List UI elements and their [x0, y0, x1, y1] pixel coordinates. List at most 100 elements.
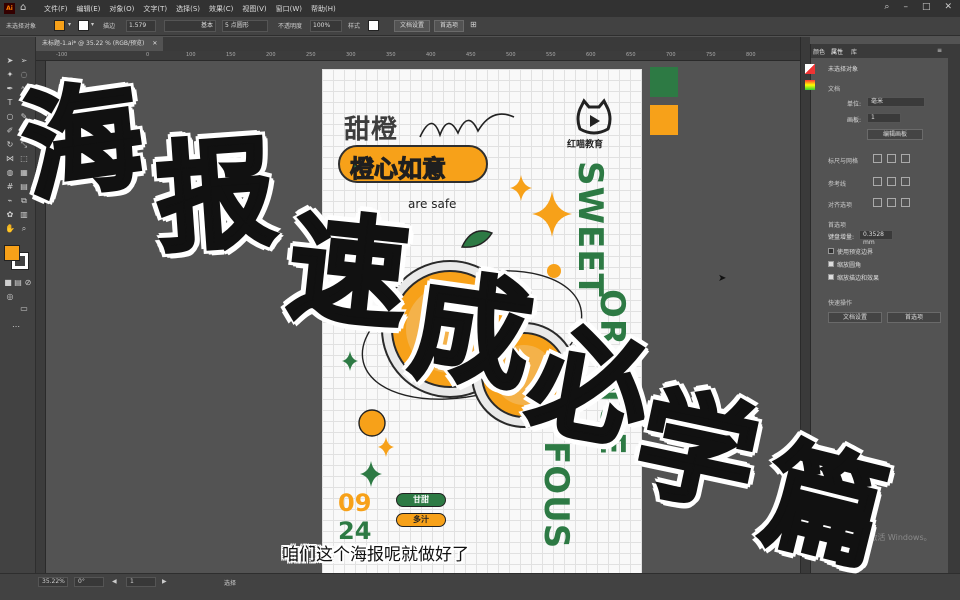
next-artboard-icon[interactable]: ▶ [162, 578, 167, 585]
fill-color-swatch[interactable] [54, 20, 65, 31]
rotate-tool-icon[interactable]: ↻ [4, 139, 16, 151]
search-icon[interactable]: ⌕ [884, 2, 889, 12]
symbol-sprayer-icon[interactable]: ✿ [4, 209, 16, 221]
eraser-icon[interactable]: ⌫ [18, 125, 30, 137]
zoom-select[interactable]: 35.22% [38, 577, 68, 587]
mesh-tool-icon[interactable]: # [4, 181, 16, 193]
tab-properties[interactable]: 属性 [831, 47, 843, 56]
tab-color[interactable]: 颜色 [813, 47, 825, 56]
cat-logo-icon [576, 98, 612, 135]
guides-icon[interactable] [873, 177, 882, 186]
menu-select[interactable]: 选择(S) [176, 4, 200, 14]
chevron-down-icon[interactable]: ▾ [91, 21, 94, 28]
none-mode-icon[interactable]: ⊘ [22, 277, 34, 289]
chevron-down-icon[interactable]: ▾ [68, 21, 71, 28]
menu-file[interactable]: 文件(F) [44, 4, 68, 14]
panel-scrollbar[interactable] [948, 44, 960, 573]
document-tab[interactable]: 未标题-1.ai* @ 35.22 % (RGB/预览) ✕ [36, 37, 164, 51]
rotation-select[interactable]: 0° [74, 577, 104, 587]
panel-menu-icon[interactable]: ≡ [937, 47, 942, 54]
width-tool-icon[interactable]: ⋈ [4, 153, 16, 165]
prev-artboard-icon[interactable]: ◀ [112, 578, 117, 585]
horizontal-ruler[interactable]: -100 0 100 150 200 250 300 350 400 450 5… [36, 51, 800, 61]
menu-window[interactable]: 窗口(W) [276, 4, 302, 14]
pen-tool-icon[interactable]: ✒ [4, 83, 16, 95]
arrange-icon[interactable]: ⊞ [470, 20, 477, 29]
screen-mode-icon[interactable]: ▭ [18, 303, 30, 315]
color-chip-green[interactable] [650, 67, 678, 97]
ellipse-tool-icon[interactable]: ○ [4, 111, 16, 123]
magic-wand-icon[interactable]: ✦ [4, 69, 16, 81]
close-tab-icon[interactable]: ✕ [152, 40, 157, 47]
menu-view[interactable]: 视图(V) [242, 4, 266, 14]
snap-pixel-icon[interactable] [901, 198, 910, 207]
draw-mode-icon[interactable]: ◎ [4, 291, 16, 303]
menu-effect[interactable]: 效果(C) [209, 4, 233, 14]
keyboard-increment-field[interactable]: 0.3528 mm [859, 230, 893, 246]
color-panel-icon[interactable] [805, 64, 815, 74]
edit-artboard-button[interactable]: 编辑画板 [867, 129, 923, 140]
variable-width-select[interactable]: 5 点圆形 [222, 20, 268, 32]
transparency-grid-icon[interactable] [901, 154, 910, 163]
shaper-tool-icon[interactable]: ✐ [4, 125, 16, 137]
scale-strokes-checkbox[interactable] [828, 274, 834, 280]
scale-tool-icon[interactable]: ⤡ [18, 139, 30, 151]
vertical-ruler[interactable] [36, 61, 46, 573]
preferences-panel-button[interactable]: 首选项 [887, 312, 941, 323]
brush-label: 基本 [200, 22, 213, 29]
menu-edit[interactable]: 编辑(E) [77, 4, 101, 14]
direct-selection-tool-icon[interactable]: ➢ [18, 55, 30, 67]
mouse-cursor-icon: ➤ [718, 273, 727, 284]
smart-guides-icon[interactable] [901, 177, 910, 186]
free-transform-icon[interactable]: ⬚ [18, 153, 30, 165]
lock-guides-icon[interactable] [887, 177, 896, 186]
artboard-select[interactable]: 1 [867, 113, 901, 123]
artboard-poster[interactable]: 红喵教育 甜橙 橙心如意 are safe SWEET ORANGE FOUS … [322, 69, 642, 573]
ruler-icon[interactable] [873, 154, 882, 163]
color-chip-orange[interactable] [650, 105, 678, 135]
graph-tool-icon[interactable]: ▥ [18, 209, 30, 221]
menu-object[interactable]: 对象(O) [109, 4, 134, 14]
color-guide-icon[interactable] [805, 80, 815, 90]
more-tools-icon[interactable]: ⋯ [10, 321, 22, 333]
canvas-area[interactable]: 红喵教育 甜橙 橙心如意 are safe SWEET ORANGE FOUS … [46, 61, 800, 573]
fill-swatch[interactable] [4, 245, 20, 261]
line-tool-icon[interactable]: / [18, 97, 30, 109]
menu-list: 文件(F) 编辑(E) 对象(O) 文字(T) 选择(S) 效果(C) 视图(V… [44, 4, 336, 14]
home-icon[interactable]: ⌂ [20, 2, 32, 14]
brush-definition-select[interactable]: 基本 [164, 20, 216, 32]
document-setup-panel-button[interactable]: 文档设置 [828, 312, 882, 323]
close-icon[interactable]: ✕ [944, 2, 952, 12]
align-to-icon[interactable] [873, 198, 882, 207]
zoom-tool-icon[interactable]: ⌕ [18, 223, 30, 235]
artboard-number-field[interactable]: 1 [126, 577, 156, 587]
unit-select[interactable]: 毫米 [867, 97, 925, 107]
preferences-button[interactable]: 首选项 [434, 20, 465, 32]
scale-corners-checkbox[interactable] [828, 261, 834, 267]
opacity-field[interactable]: 100% [310, 20, 342, 32]
lasso-icon[interactable]: ◌ [18, 69, 30, 81]
menu-type[interactable]: 文字(T) [143, 4, 167, 14]
gradient-tool-icon[interactable]: ▤ [18, 181, 30, 193]
tab-library[interactable]: 库 [851, 47, 857, 56]
blend-tool-icon[interactable]: ⧉ [18, 195, 30, 207]
stroke-weight-field[interactable]: 1.579 [126, 20, 156, 32]
document-setup-button[interactable]: 文档设置 [394, 20, 431, 32]
snap-point-icon[interactable] [887, 198, 896, 207]
graphic-style-swatch[interactable] [368, 20, 379, 31]
type-tool-icon[interactable]: T [4, 97, 16, 109]
eyedropper-icon[interactable]: ⌁ [4, 195, 16, 207]
grid-icon[interactable] [887, 154, 896, 163]
ruler-tick: 350 [386, 52, 396, 58]
hand-tool-icon[interactable]: ✋ [4, 223, 16, 235]
stroke-color-swatch[interactable] [78, 20, 89, 31]
selection-tool-icon[interactable]: ➤ [4, 55, 16, 67]
menu-help[interactable]: 帮助(H) [311, 4, 336, 14]
curvature-tool-icon[interactable]: ∿ [18, 83, 30, 95]
minimize-icon[interactable]: – [903, 2, 908, 12]
maximize-icon[interactable]: □ [922, 2, 931, 12]
perspective-grid-icon[interactable]: ▦ [18, 167, 30, 179]
preview-bounds-checkbox[interactable] [828, 248, 834, 254]
shape-builder-icon[interactable]: ◍ [4, 167, 16, 179]
paintbrush-icon[interactable]: ✎ [18, 111, 30, 123]
